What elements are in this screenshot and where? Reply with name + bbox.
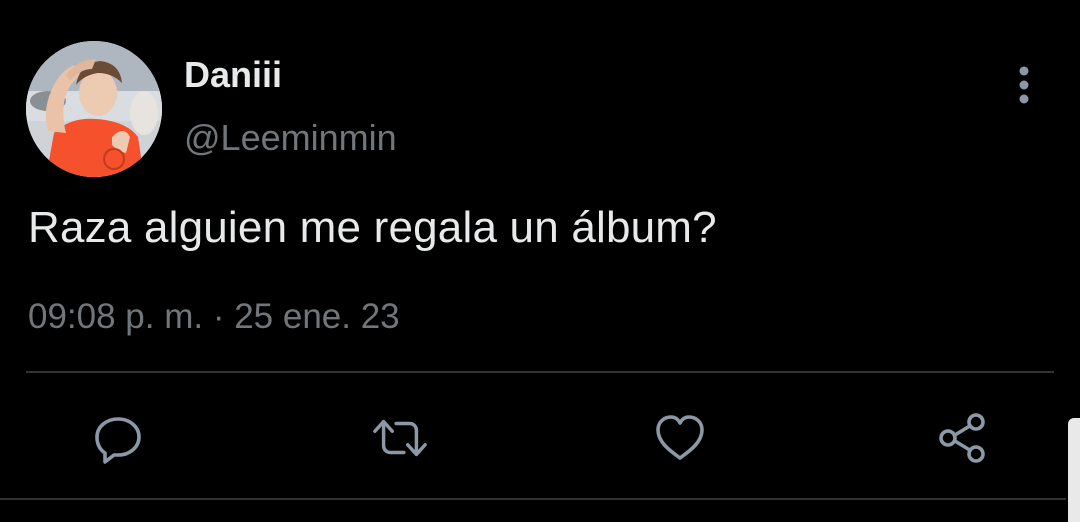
- retweet-button[interactable]: [372, 410, 428, 466]
- divider: [0, 498, 1066, 500]
- display-name[interactable]: Daniii: [184, 54, 282, 96]
- tweet-text: Raza alguien me regala un álbum?: [28, 203, 717, 252]
- scrollbar-thumb[interactable]: [1068, 418, 1080, 522]
- reply-icon: [95, 417, 141, 464]
- avatar[interactable]: [26, 41, 162, 177]
- heart-icon: [656, 415, 704, 460]
- share-icon: [939, 413, 985, 463]
- reply-button[interactable]: [90, 410, 146, 466]
- user-handle[interactable]: @Leeminmin: [184, 117, 397, 159]
- tweet-timestamp[interactable]: 09:08 p. m. · 25 ene. 23: [28, 297, 400, 337]
- more-options-button[interactable]: [1004, 62, 1044, 110]
- share-button[interactable]: [934, 410, 990, 466]
- more-vertical-icon: [1019, 66, 1029, 104]
- retweet-icon: [373, 419, 427, 457]
- divider: [26, 371, 1054, 373]
- avatar-image: [26, 41, 162, 177]
- like-button[interactable]: [652, 410, 708, 466]
